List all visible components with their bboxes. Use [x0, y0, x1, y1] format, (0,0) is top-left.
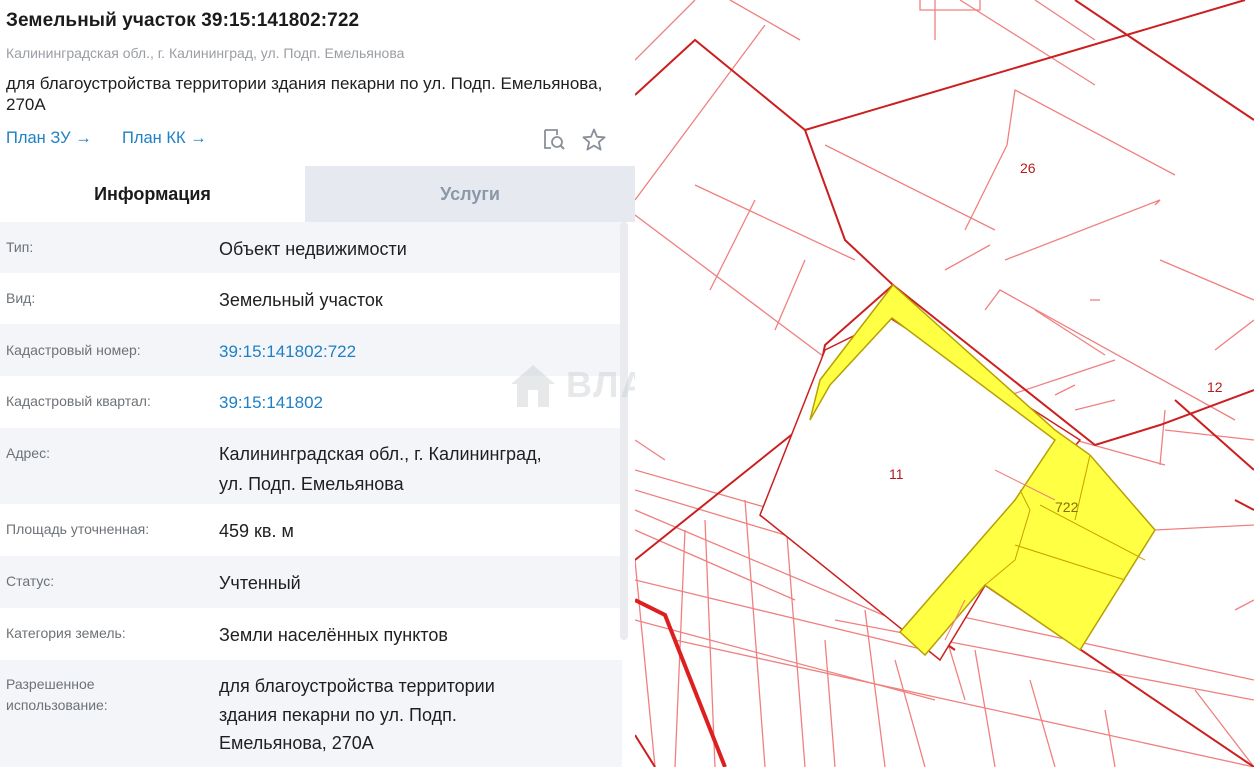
- row-label: Статус:: [6, 573, 55, 589]
- row-label-line: использование:: [6, 697, 108, 713]
- row-value-line: ул. Подп. Емельянова: [219, 474, 404, 494]
- row-value-line: для благоустройства территории: [219, 676, 495, 696]
- tab-services[interactable]: Услуги: [305, 166, 635, 222]
- info-row-land-category: Категория земель: Земли населённых пункт…: [0, 608, 622, 660]
- info-row-cadastral-quarter: Кадастровый квартал: 39:15:141802: [0, 376, 622, 428]
- info-row-permitted-use: Разрешенное использование: для благоустр…: [0, 660, 622, 767]
- info-row-kind: Вид: Земельный участок: [0, 273, 622, 324]
- parcel-info-panel: Земельный участок 39:15:141802:722 Калин…: [0, 0, 635, 767]
- row-value: Земельный участок: [219, 290, 383, 310]
- info-row-cadastral-number: Кадастровый номер: 39:15:141802:722: [0, 324, 622, 376]
- parcel-title: Земельный участок 39:15:141802:722: [6, 10, 360, 31]
- map-label-12: 12: [1207, 379, 1223, 395]
- row-label: Вид:: [6, 290, 36, 306]
- info-row-type: Тип: Объект недвижимости: [0, 222, 622, 273]
- plan-kk-link[interactable]: План КК →: [122, 129, 207, 148]
- map-label-11: 11: [889, 466, 904, 482]
- star-icon[interactable]: [580, 126, 608, 154]
- row-label: Площадь уточненная:: [6, 521, 150, 537]
- row-label: Категория земель:: [6, 625, 126, 641]
- map-label-26: 26: [1020, 160, 1036, 176]
- row-label: Кадастровый квартал:: [6, 393, 151, 409]
- row-value: Объект недвижимости: [219, 239, 407, 259]
- row-value-line: здания пекарни по ул. Подп.: [219, 705, 457, 725]
- row-label: Кадастровый номер:: [6, 342, 141, 358]
- cadastral-map[interactable]: 26 12 11 722: [635, 0, 1254, 767]
- search-document-icon[interactable]: [540, 126, 568, 154]
- info-row-status: Статус: Учтенный: [0, 556, 622, 608]
- row-label: Адрес:: [6, 445, 50, 461]
- parcel-purpose: для благоустройства территории здания пе…: [6, 74, 603, 114]
- info-row-area: Площадь уточненная: 459 кв. м: [0, 504, 622, 556]
- info-row-address: Адрес: Калининградская обл., г. Калининг…: [0, 428, 622, 504]
- parcel-address: Калининградская обл., г. Калининград, ул…: [6, 45, 405, 61]
- parcel-header: Земельный участок 39:15:141802:722 Калин…: [0, 0, 635, 166]
- tab-information[interactable]: Информация: [0, 166, 305, 222]
- cadastral-number-link[interactable]: 39:15:141802:722: [219, 337, 619, 367]
- map-canvas[interactable]: 26 12 11 722: [635, 0, 1254, 767]
- cadastral-quarter-link[interactable]: 39:15:141802: [219, 388, 619, 418]
- plan-zu-link[interactable]: План ЗУ →: [6, 129, 92, 148]
- row-label-line: Разрешенное: [6, 676, 95, 692]
- row-value: Учтенный: [219, 573, 301, 593]
- map-label-722: 722: [1055, 499, 1079, 515]
- row-value: 459 кв. м: [219, 521, 294, 541]
- row-value: Земли населённых пунктов: [219, 625, 448, 645]
- row-value-line: Емельянова, 270А: [219, 733, 374, 753]
- row-value-line: Калининградская обл., г. Калининград,: [219, 444, 542, 464]
- scrollbar[interactable]: [620, 222, 628, 640]
- tab-bar: Информация Услуги: [0, 166, 635, 222]
- row-label: Тип:: [6, 239, 34, 255]
